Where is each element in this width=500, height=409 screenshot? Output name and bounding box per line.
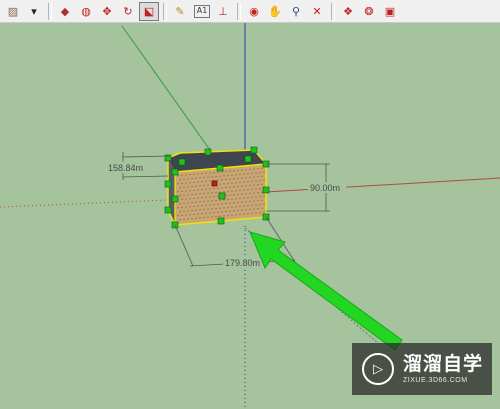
scale-grip[interactable] (250, 146, 258, 154)
tape-measure-icon[interactable]: ✎ (170, 2, 190, 21)
watermark-logo-icon: ▷ (362, 353, 394, 385)
toolbar: ▨ ▾ ◆ ◍ ✥ ↻ ⬕ ✎ A1 ⊥ ◉ ✋ ⚲ ✕ ❖ ❂ ▣ (0, 0, 500, 23)
scale-grip[interactable] (216, 164, 224, 172)
scale-grip[interactable] (262, 186, 270, 194)
scale-grip[interactable] (218, 192, 226, 200)
zoom-extents-icon[interactable]: ✕ (307, 2, 327, 21)
watermark-url: ZIXUE.3D66.COM (403, 377, 468, 384)
orbit-icon[interactable]: ◉ (244, 2, 264, 21)
dropdown-arrow-icon[interactable]: ▾ (24, 2, 44, 21)
styles-icon[interactable]: ▣ (380, 2, 400, 21)
scale-grip[interactable] (164, 206, 172, 214)
zoom-icon[interactable]: ⚲ (286, 2, 306, 21)
move-icon[interactable]: ✥ (97, 2, 117, 21)
dim-width-label: 179.80m (225, 258, 260, 268)
material-swatch-icon[interactable]: ▨ (3, 2, 23, 21)
annotation-arrow (249, 231, 403, 351)
red-axis (265, 177, 500, 193)
dim-height-label: 90.00m (310, 183, 340, 193)
green-axis (121, 25, 211, 151)
toolbar-separator (237, 2, 241, 20)
pan-icon[interactable]: ✋ (265, 2, 285, 21)
scale-grip[interactable] (171, 168, 179, 176)
scale-grip[interactable] (204, 148, 212, 156)
center-grip[interactable] (211, 180, 218, 187)
scale-grip[interactable] (217, 217, 225, 225)
scale-grip[interactable] (244, 155, 252, 163)
components-icon[interactable]: ❖ (338, 2, 358, 21)
follow-me-icon[interactable]: ◍ (76, 2, 96, 21)
dim-depth-line-2 (122, 175, 169, 178)
red-axis-dotted (0, 199, 169, 208)
scale-grip[interactable] (178, 158, 186, 166)
dim-width-ext-left (174, 224, 194, 267)
watermark: ▷ 溜溜自学 ZIXUE.3D66.COM (352, 343, 492, 395)
toolbar-separator (48, 2, 52, 20)
scale-grip[interactable] (171, 195, 179, 203)
toolbar-separator (163, 2, 167, 20)
axes-icon[interactable]: ⊥ (213, 2, 233, 21)
push-pull-icon[interactable]: ◆ (55, 2, 75, 21)
toolbar-separator (331, 2, 335, 20)
scale-grip[interactable] (164, 180, 172, 188)
materials-icon[interactable]: ❂ (359, 2, 379, 21)
dim-depth-line (122, 155, 171, 158)
rotate-icon[interactable]: ↻ (118, 2, 138, 21)
dim-depth-label: 158.84m (108, 163, 143, 173)
watermark-text: 溜溜自学 (403, 353, 484, 375)
text-icon[interactable]: A1 (194, 4, 210, 18)
scale-icon[interactable]: ⬕ (139, 1, 159, 21)
